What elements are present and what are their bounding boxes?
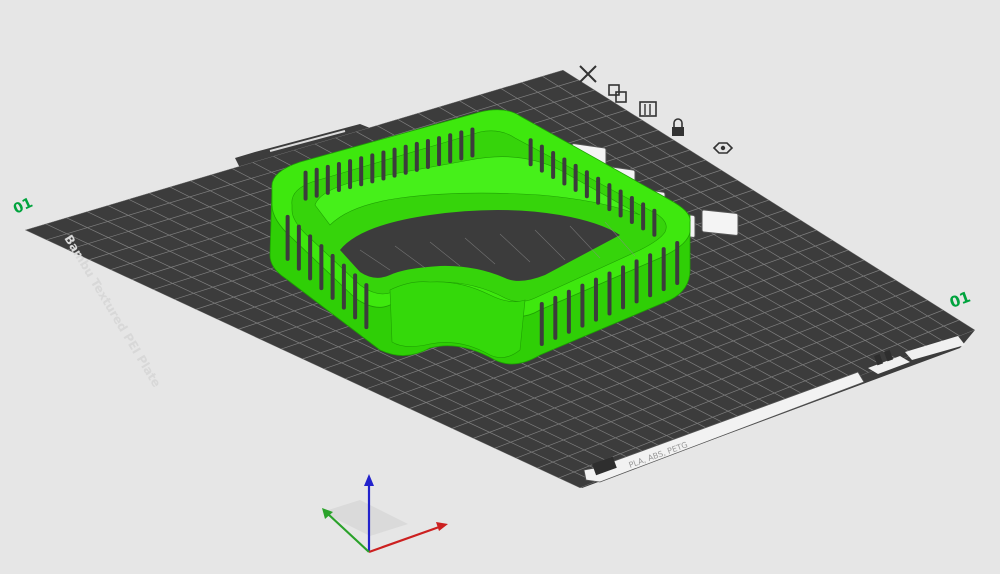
close-icon	[579, 65, 597, 83]
lock-icon	[672, 118, 684, 136]
orient-icon	[639, 101, 657, 117]
3d-viewport[interactable]: PLA, ABS, PETG Bambu Textured PEI Plate …	[0, 0, 1000, 574]
settings-icon	[712, 142, 734, 154]
plate-number-right: 01	[947, 288, 973, 312]
plate-number-left: 01	[11, 195, 35, 218]
build-plate-scene[interactable]: PLA, ABS, PETG Bambu Textured PEI Plate …	[0, 0, 1000, 574]
arrange-icon	[608, 84, 627, 103]
